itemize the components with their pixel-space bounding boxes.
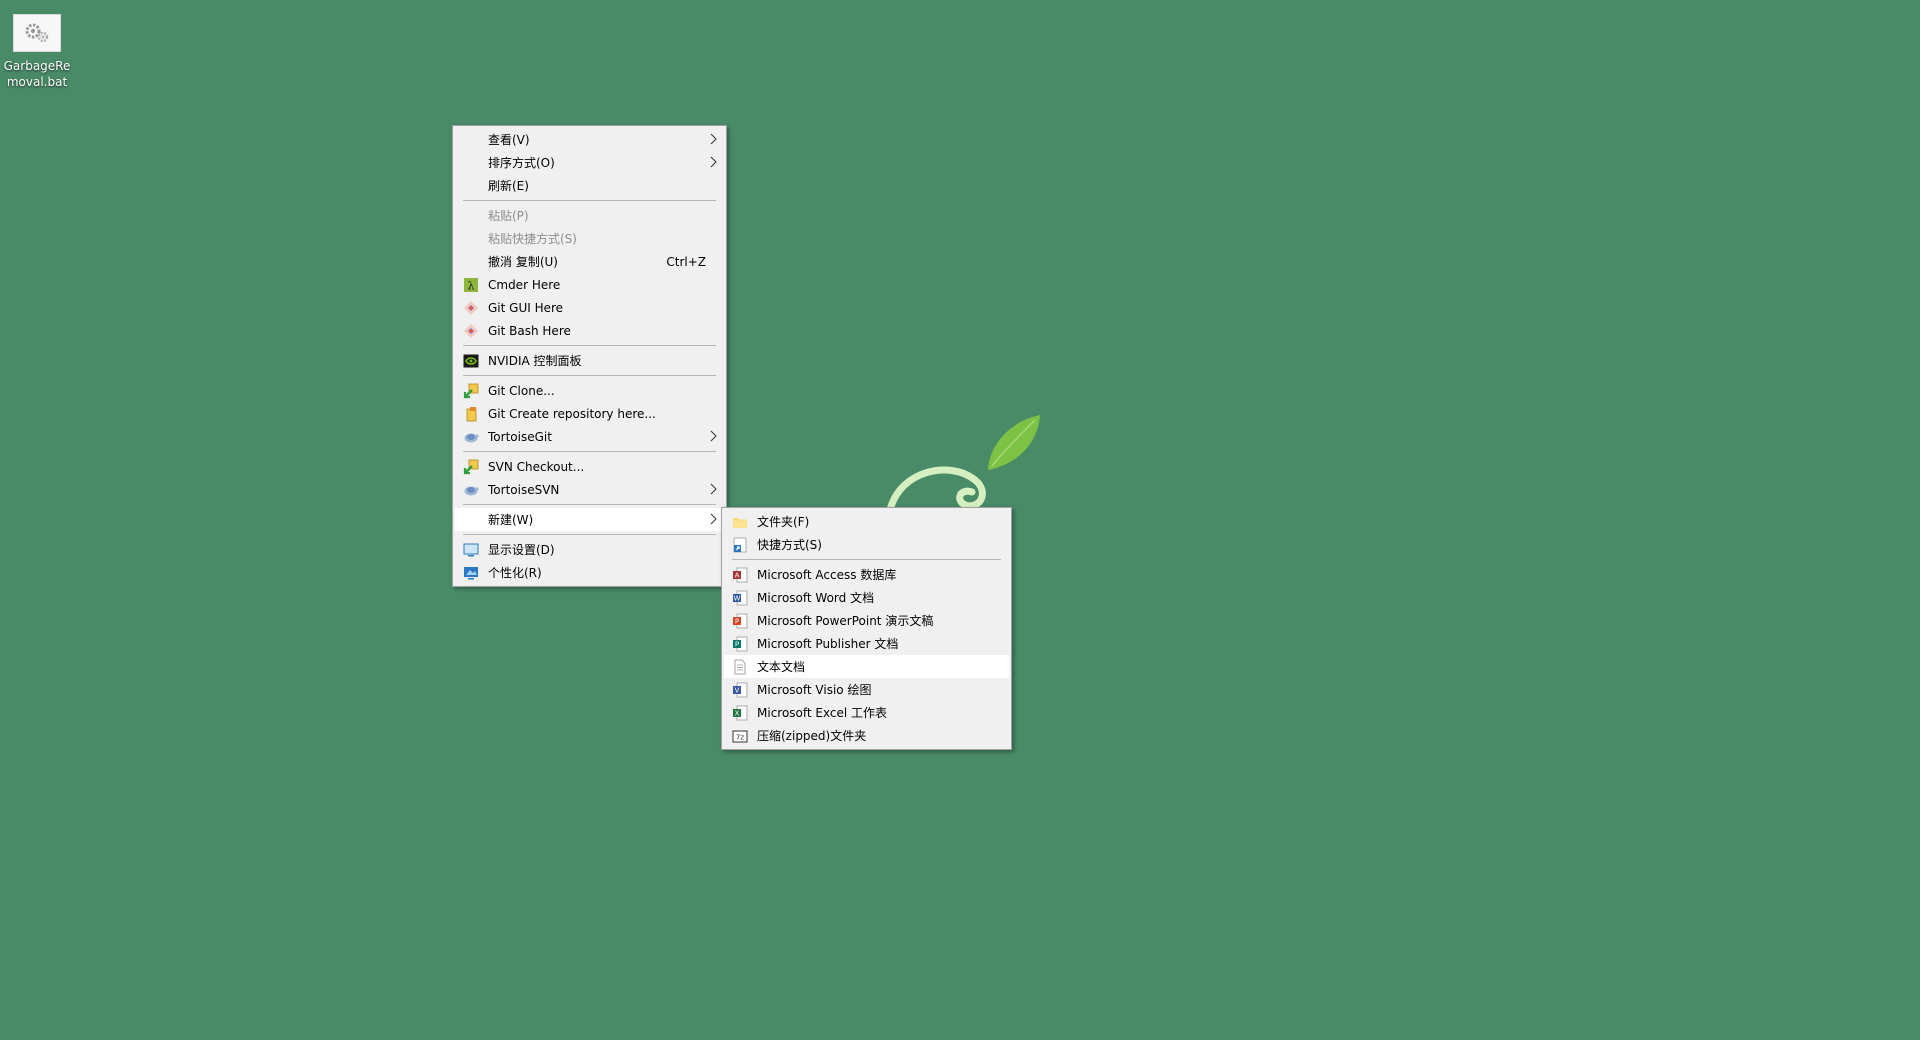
svg-text:A: A [735,572,740,580]
menu-item-undo-copy[interactable]: 撤消 复制(U) Ctrl+Z [455,250,724,273]
menu-item-tortoisesvn[interactable]: TortoiseSVN [455,478,724,501]
git-icon [463,300,479,316]
menu-separator [463,375,716,376]
submenu-item-zip-folder[interactable]: 7z 压缩(zipped)文件夹 [724,724,1009,747]
menu-item-git-bash-here[interactable]: Git Bash Here [455,319,724,342]
menu-item-sort[interactable]: 排序方式(O) [455,151,724,174]
zip-folder-icon: 7z [732,728,748,744]
text-document-icon [732,659,748,675]
chevron-right-icon [710,430,717,442]
chevron-right-icon [710,483,717,495]
menu-item-display-settings[interactable]: 显示设置(D) [455,538,724,561]
gear-icon [13,14,61,52]
submenu-item-publisher[interactable]: P Microsoft Publisher 文档 [724,632,1009,655]
new-submenu: 文件夹(F) 快捷方式(S) A Microsoft Access 数据库 W … [721,507,1012,750]
desktop-icon-label: GarbageRemoval.bat [3,59,71,89]
personalize-icon [463,565,479,581]
submenu-item-folder[interactable]: 文件夹(F) [724,510,1009,533]
menu-separator [463,504,716,505]
shortcut-icon [732,537,748,553]
tortoise-icon [463,429,479,445]
menu-separator [732,559,1001,560]
svg-text:P: P [735,618,739,626]
menu-item-paste-shortcut: 粘贴快捷方式(S) [488,232,577,246]
submenu-item-text-document[interactable]: 文本文档 [724,655,1009,678]
excel-icon: X [732,705,748,721]
shortcut-label: Ctrl+Z [666,254,706,269]
publisher-icon: P [732,636,748,652]
git-icon [463,323,479,339]
submenu-item-shortcut[interactable]: 快捷方式(S) [724,533,1009,556]
folder-icon [732,514,748,530]
svn-checkout-icon [463,459,479,475]
menu-item-view[interactable]: 查看(V) [455,128,724,151]
menu-separator [463,345,716,346]
submenu-item-access[interactable]: A Microsoft Access 数据库 [724,563,1009,586]
menu-item-tortoisegit[interactable]: TortoiseGit [455,425,724,448]
menu-separator [463,534,716,535]
menu-item-svn-checkout[interactable]: SVN Checkout... [455,455,724,478]
menu-item-nvidia-control-panel[interactable]: NVIDIA 控制面板 [455,349,724,372]
desktop-icon-garbage-removal[interactable]: GarbageRemoval.bat [2,12,72,90]
wallpaper-leaf-logo [880,410,1060,514]
chevron-right-icon [710,133,717,145]
tortoise-icon [463,482,479,498]
git-create-repo-icon [463,406,479,422]
powerpoint-icon: P [732,613,748,629]
submenu-item-visio[interactable]: V Microsoft Visio 绘图 [724,678,1009,701]
chevron-right-icon [710,513,717,525]
submenu-item-powerpoint[interactable]: P Microsoft PowerPoint 演示文稿 [724,609,1009,632]
visio-icon: V [732,682,748,698]
word-icon: W [732,590,748,606]
menu-item-new[interactable]: 新建(W) [455,508,724,531]
svg-text:X: X [735,710,740,718]
svg-text:λ: λ [468,280,475,293]
menu-item-cmder-here[interactable]: λ Cmder Here [455,273,724,296]
chevron-right-icon [710,156,717,168]
access-icon: A [732,567,748,583]
menu-item-paste: 粘贴(P) [488,209,529,223]
svg-text:V: V [735,687,740,695]
menu-separator [463,200,716,201]
nvidia-icon [463,353,479,369]
svg-text:W: W [734,595,741,603]
svg-text:7z: 7z [736,734,744,742]
menu-item-git-gui-here[interactable]: Git GUI Here [455,296,724,319]
menu-item-refresh[interactable]: 刷新(E) [455,174,724,197]
svg-text:P: P [735,641,739,649]
menu-item-git-clone[interactable]: Git Clone... [455,379,724,402]
display-icon [463,542,479,558]
desktop-context-menu: 查看(V) 排序方式(O) 刷新(E) 粘贴(P) 粘贴快捷方式(S) 撤消 复… [452,125,727,587]
menu-separator [463,451,716,452]
menu-item-git-create-repository[interactable]: Git Create repository here... [455,402,724,425]
git-clone-icon [463,383,479,399]
menu-item-personalize[interactable]: 个性化(R) [455,561,724,584]
submenu-item-word[interactable]: W Microsoft Word 文档 [724,586,1009,609]
submenu-item-excel[interactable]: X Microsoft Excel 工作表 [724,701,1009,724]
lambda-icon: λ [463,277,479,293]
